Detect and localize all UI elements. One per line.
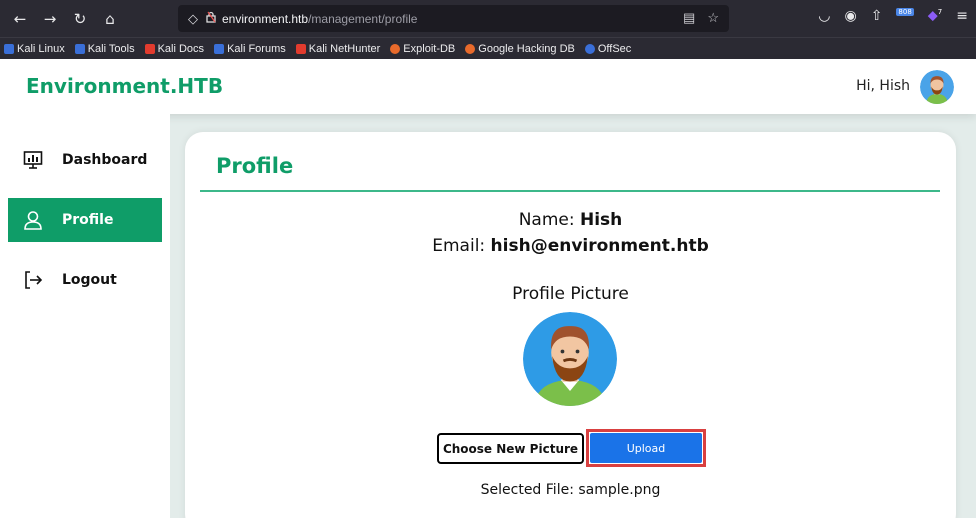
- brand-title[interactable]: Environment.HTB: [26, 74, 223, 98]
- bookmark-kali-linux[interactable]: Kali Linux: [4, 43, 65, 55]
- bookmark-kali-forums[interactable]: Kali Forums: [214, 43, 286, 55]
- reader-view-icon[interactable]: ▤: [683, 10, 695, 26]
- extension-badge: 808: [896, 8, 914, 16]
- upload-button[interactable]: Upload: [590, 433, 702, 463]
- home-icon[interactable]: ⌂: [98, 10, 122, 28]
- exploit-db-icon: [390, 43, 401, 54]
- nav-buttons: ← → ↻ ⌂: [0, 10, 172, 28]
- bookmark-kali-tools[interactable]: Kali Tools: [74, 43, 135, 55]
- browser-toolbar: ← → ↻ ⌂ ◇ environment.htb/management/pro…: [0, 0, 976, 37]
- share-icon[interactable]: ⇧: [871, 8, 883, 24]
- menu-icon[interactable]: ≡: [956, 8, 968, 24]
- url-host: environment.htb: [222, 11, 309, 26]
- bookmark-google-hacking-db[interactable]: Google Hacking DB: [465, 43, 575, 55]
- extension-count: 7: [937, 8, 943, 16]
- bookmark-star-icon[interactable]: ☆: [707, 10, 719, 26]
- sidebar: Dashboard Profile Logout: [0, 114, 170, 518]
- bookmarks-bar: Kali Linux Kali Tools Kali Docs Kali For…: [0, 37, 976, 59]
- shield-icon[interactable]: ◇: [188, 11, 198, 27]
- toolbar-right: ◡ ◉ ⇧ 808 ◆7 ≡: [818, 8, 968, 24]
- email-line: Email: hish@environment.htb: [185, 236, 956, 256]
- extension-icon[interactable]: 808: [896, 8, 914, 24]
- forward-icon[interactable]: →: [38, 10, 62, 28]
- bookmark-kali-nethunter[interactable]: Kali NetHunter: [295, 43, 380, 55]
- sidebar-item-logout[interactable]: Logout: [8, 258, 162, 302]
- pocket-icon[interactable]: ◡: [818, 8, 830, 24]
- url-path: /management/profile: [308, 11, 418, 26]
- ghdb-icon: [465, 43, 476, 54]
- bookmark-offsec[interactable]: OffSec: [584, 43, 631, 55]
- lock-icon[interactable]: [206, 11, 216, 26]
- page-title: Profile: [216, 154, 294, 178]
- user-greeting: Hi, Hish: [856, 78, 910, 94]
- name-line: Name: Hish: [185, 210, 956, 230]
- name-value: Hish: [580, 210, 623, 230]
- bookmark-kali-docs[interactable]: Kali Docs: [144, 43, 204, 55]
- offsec-icon: [584, 43, 595, 54]
- nethunter-icon: [295, 43, 306, 54]
- kali-docs-icon: [144, 43, 155, 54]
- choose-picture-button[interactable]: Choose New Picture: [437, 433, 584, 464]
- kali-dragon-icon: [4, 43, 14, 54]
- account-icon[interactable]: ◉: [844, 8, 856, 24]
- user-icon: [22, 209, 44, 231]
- dashboard-icon: [22, 149, 44, 171]
- back-icon[interactable]: ←: [8, 10, 32, 28]
- bookmark-exploit-db[interactable]: Exploit-DB: [390, 43, 455, 55]
- kali-tools-icon: [74, 43, 85, 54]
- email-value: hish@environment.htb: [490, 236, 709, 256]
- address-bar[interactable]: ◇ environment.htb/management/profile ▤ ☆: [178, 5, 729, 32]
- extension-puzzle-icon[interactable]: ◆7: [928, 8, 942, 24]
- profile-picture: [523, 312, 617, 406]
- sidebar-item-label: Profile: [62, 212, 114, 228]
- logout-icon: [22, 269, 44, 291]
- email-label: Email:: [432, 236, 491, 256]
- reload-icon[interactable]: ↻: [68, 10, 92, 28]
- selected-file-text: Selected File: sample.png: [480, 482, 661, 498]
- profile-card: Profile Name: Hish Email: hish@environme…: [185, 132, 956, 518]
- title-divider: [200, 190, 940, 192]
- profile-picture-label: Profile Picture: [512, 284, 629, 304]
- sidebar-item-dashboard[interactable]: Dashboard: [8, 138, 162, 182]
- sidebar-item-profile[interactable]: Profile: [8, 198, 162, 242]
- kali-forums-icon: [214, 43, 225, 54]
- avatar[interactable]: [920, 70, 954, 104]
- name-label: Name:: [518, 210, 580, 230]
- app-header: Environment.HTB Hi, Hish: [0, 59, 976, 114]
- sidebar-item-label: Dashboard: [62, 152, 148, 168]
- sidebar-item-label: Logout: [62, 272, 117, 288]
